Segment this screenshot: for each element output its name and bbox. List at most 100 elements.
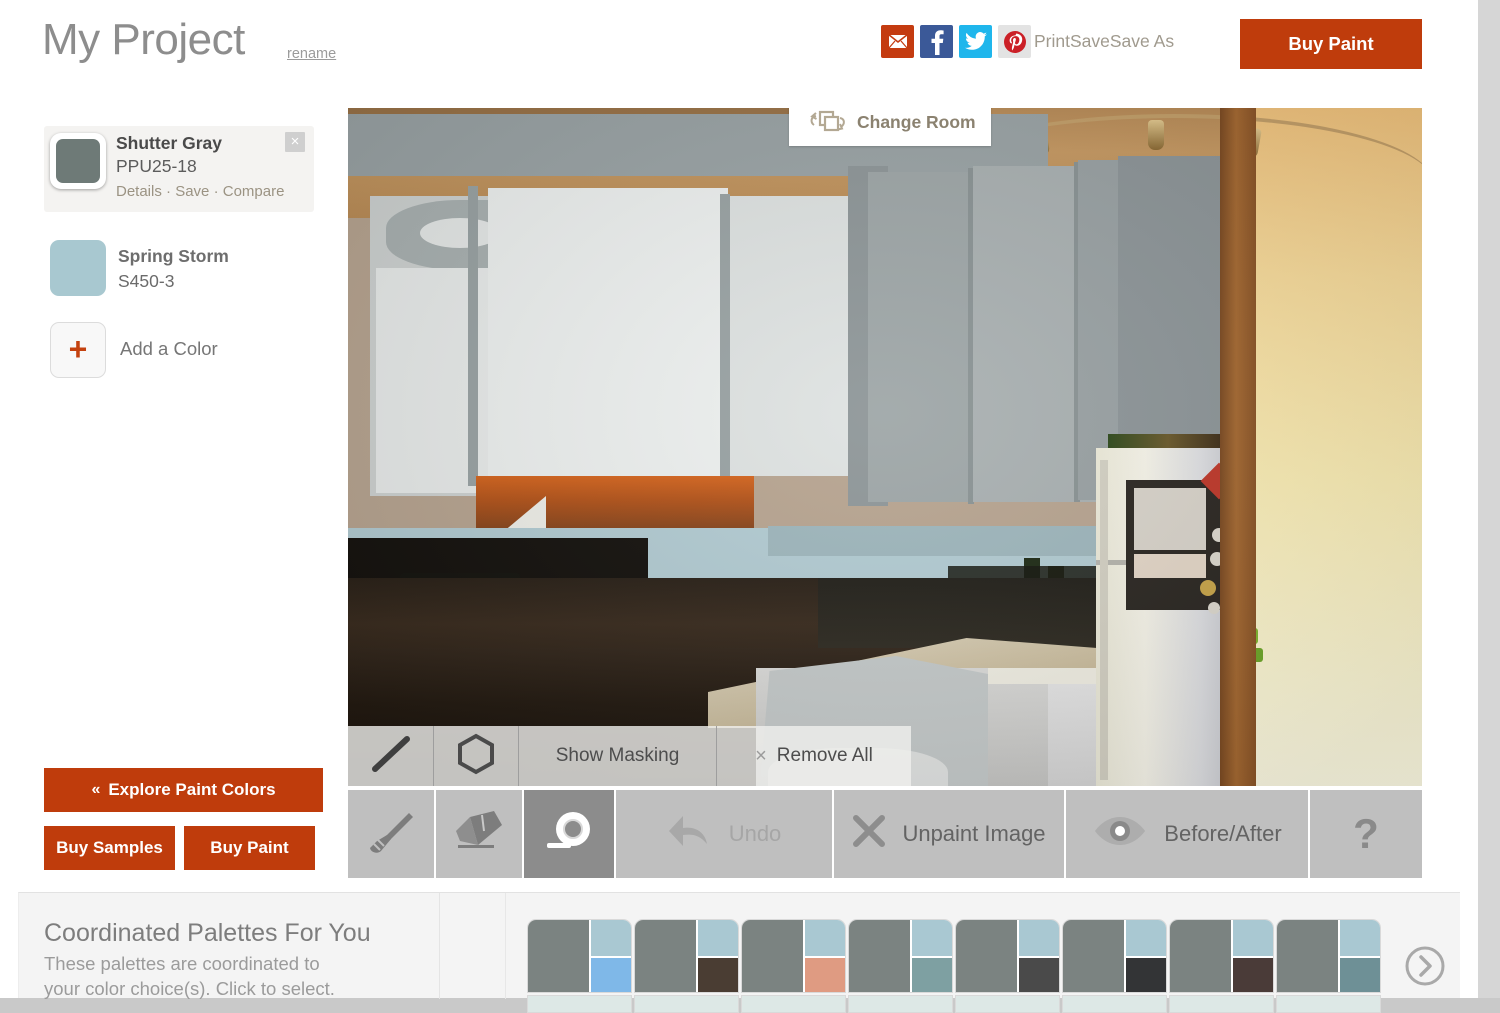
palette-accent-swatch (591, 920, 631, 958)
chevron-right-circle-icon (1404, 945, 1446, 987)
tape-roll-icon (541, 807, 597, 862)
before-after-button[interactable]: Before/After (1066, 790, 1310, 878)
palette-main-swatch (1277, 920, 1340, 992)
color-card-links: Details · Save · Compare (116, 183, 285, 200)
palette-main-swatch (528, 920, 591, 992)
rename-link[interactable]: rename (287, 46, 336, 62)
header-action-links: Print · Save · Save As (1034, 31, 1174, 52)
palette-accent-swatch (698, 920, 738, 958)
palette-card[interactable] (848, 919, 953, 1013)
print-link[interactable]: Print (1034, 31, 1070, 51)
color-swatch-spring-storm[interactable] (50, 240, 106, 296)
palette-card[interactable] (1169, 919, 1274, 1013)
palettes-next-button[interactable] (1404, 945, 1446, 987)
masking-tape-tool[interactable] (524, 790, 616, 878)
palette-secondary-swatch (805, 958, 845, 992)
line-tool-icon (369, 733, 413, 780)
sep-2: · (1114, 31, 1121, 51)
app-header: My Project rename Print · Save · Save As Buy… (0, 0, 1478, 88)
palette-secondary-swatch (1126, 958, 1166, 992)
palettes-subtitle-line1: These palettes are coordinated to (44, 953, 320, 974)
unpaint-image-button[interactable]: Unpaint Image (834, 790, 1066, 878)
twitter-share-icon[interactable] (959, 25, 992, 58)
palette-card[interactable] (527, 919, 632, 1013)
share-icon-group (881, 25, 1031, 58)
palette-main-swatch (1170, 920, 1233, 992)
color-swatch-shutter-gray[interactable] (50, 133, 106, 189)
change-room-button[interactable]: Change Room (789, 108, 991, 146)
room-photo-stage[interactable]: Change Room (348, 108, 1422, 786)
plus-icon: + (68, 330, 88, 367)
palette-card-strip[interactable] (527, 893, 1387, 1013)
palette-main-swatch (742, 920, 805, 992)
remove-color-button[interactable]: × (285, 132, 305, 152)
palettes-subtitle-line2: your color choice(s). Click to select. (44, 978, 335, 999)
polygon-tool-button[interactable] (433, 726, 518, 786)
before-after-label: Before/After (1164, 821, 1282, 846)
palette-card[interactable] (1062, 919, 1167, 1013)
line-tool-button[interactable] (348, 726, 433, 786)
polygon-tool-icon (455, 732, 497, 781)
explore-paint-colors-button[interactable]: « Explore Paint Colors (44, 768, 323, 812)
palette-accent-swatch (1340, 920, 1380, 958)
color-save-link[interactable]: Save (175, 183, 209, 200)
add-color-row[interactable]: + Add a Color (50, 322, 320, 378)
color-compare-link[interactable]: Compare (223, 183, 285, 200)
masking-toolbar: Show Masking × Remove All (348, 726, 911, 786)
pinterest-share-icon[interactable] (998, 25, 1031, 58)
add-color-button[interactable]: + (50, 322, 106, 378)
color-row-spring-storm[interactable]: Spring Storm S450-3 (50, 240, 320, 296)
palette-main-swatch (849, 920, 912, 992)
buy-samples-button[interactable]: Buy Samples (44, 826, 175, 870)
paint-visualizer-app: My Project rename Print · Save · Save As Buy… (0, 0, 1478, 1013)
color-details-link[interactable]: Details (116, 183, 162, 200)
palette-card[interactable] (634, 919, 739, 1013)
eye-icon (1092, 814, 1148, 854)
palette-secondary-swatch (1019, 958, 1059, 992)
coordinated-palettes-section: Coordinated Palettes For You These palet… (18, 892, 1460, 1013)
palette-secondary-swatch (698, 958, 738, 992)
change-room-icon (807, 109, 847, 135)
brush-icon (365, 807, 417, 862)
email-share-icon[interactable] (881, 25, 914, 58)
palette-card[interactable] (741, 919, 846, 1013)
sep-1: · (1074, 31, 1081, 51)
undo-arrow-icon (667, 812, 713, 856)
change-room-label: Change Room (857, 111, 976, 132)
palette-card[interactable] (1276, 919, 1381, 1013)
color-name-shutter-gray: Shutter Gray (116, 133, 222, 153)
selected-color-card[interactable]: Shutter Gray PPU25-18 Details · Save · C… (44, 126, 314, 212)
palette-main-swatch (1063, 920, 1126, 992)
palette-accent-swatch (912, 920, 952, 958)
palette-main-swatch (956, 920, 1019, 992)
undo-button[interactable]: Undo (616, 790, 834, 878)
paint-toolbar: Undo Unpaint Image Before/After ? (348, 790, 1422, 878)
palette-secondary-swatch (591, 958, 631, 992)
color-name-spring-storm: Spring Storm (118, 246, 229, 266)
eraser-tool[interactable] (436, 790, 524, 878)
palette-main-swatch (635, 920, 698, 992)
palette-accent-swatch (805, 920, 845, 958)
page-scrollbar[interactable] (1478, 0, 1500, 998)
palettes-divider (439, 893, 440, 999)
kitchen-photo[interactable] (348, 108, 1422, 786)
page-title: My Project (42, 15, 245, 64)
color-code-spring-storm: S450-3 (118, 271, 175, 291)
add-color-label: Add a Color (120, 338, 218, 359)
show-masking-button[interactable]: Show Masking (518, 726, 716, 786)
palette-accent-swatch (1019, 920, 1059, 958)
color-code-shutter-gray: PPU25-18 (116, 156, 197, 176)
paint-brush-tool[interactable] (348, 790, 436, 878)
remove-all-label: Remove All (776, 745, 873, 766)
buy-paint-header-button[interactable]: Buy Paint (1240, 19, 1422, 69)
undo-label: Undo (728, 821, 782, 846)
palette-card[interactable] (955, 919, 1060, 1013)
explore-paint-colors-label: Explore Paint Colors (108, 780, 276, 799)
remove-all-button[interactable]: × Remove All (716, 726, 911, 786)
facebook-share-icon[interactable] (920, 25, 953, 58)
help-button[interactable]: ? (1310, 790, 1422, 878)
buy-paint-sidebar-button[interactable]: Buy Paint (184, 826, 315, 870)
palettes-divider-2 (505, 893, 506, 999)
palette-secondary-swatch (1233, 958, 1273, 992)
palette-accent-swatch (1126, 920, 1166, 958)
